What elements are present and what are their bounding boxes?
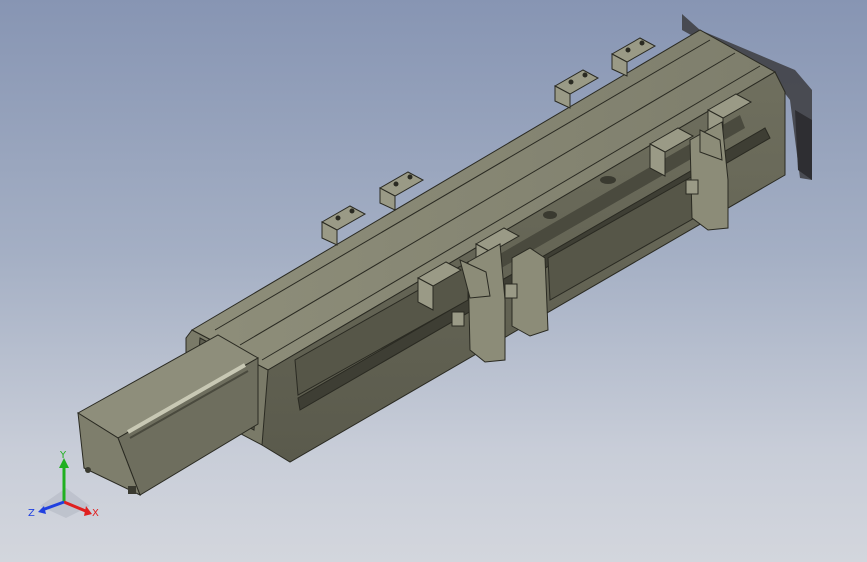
x-axis-label: X [92, 508, 99, 519]
axis-triad[interactable]: Y X Z [26, 450, 106, 530]
y-axis-label: Y [59, 450, 67, 461]
linear-actuator-model[interactable] [0, 0, 867, 562]
z-axis-label: Z [28, 508, 35, 519]
cad-viewport[interactable]: Y X Z [0, 0, 867, 562]
